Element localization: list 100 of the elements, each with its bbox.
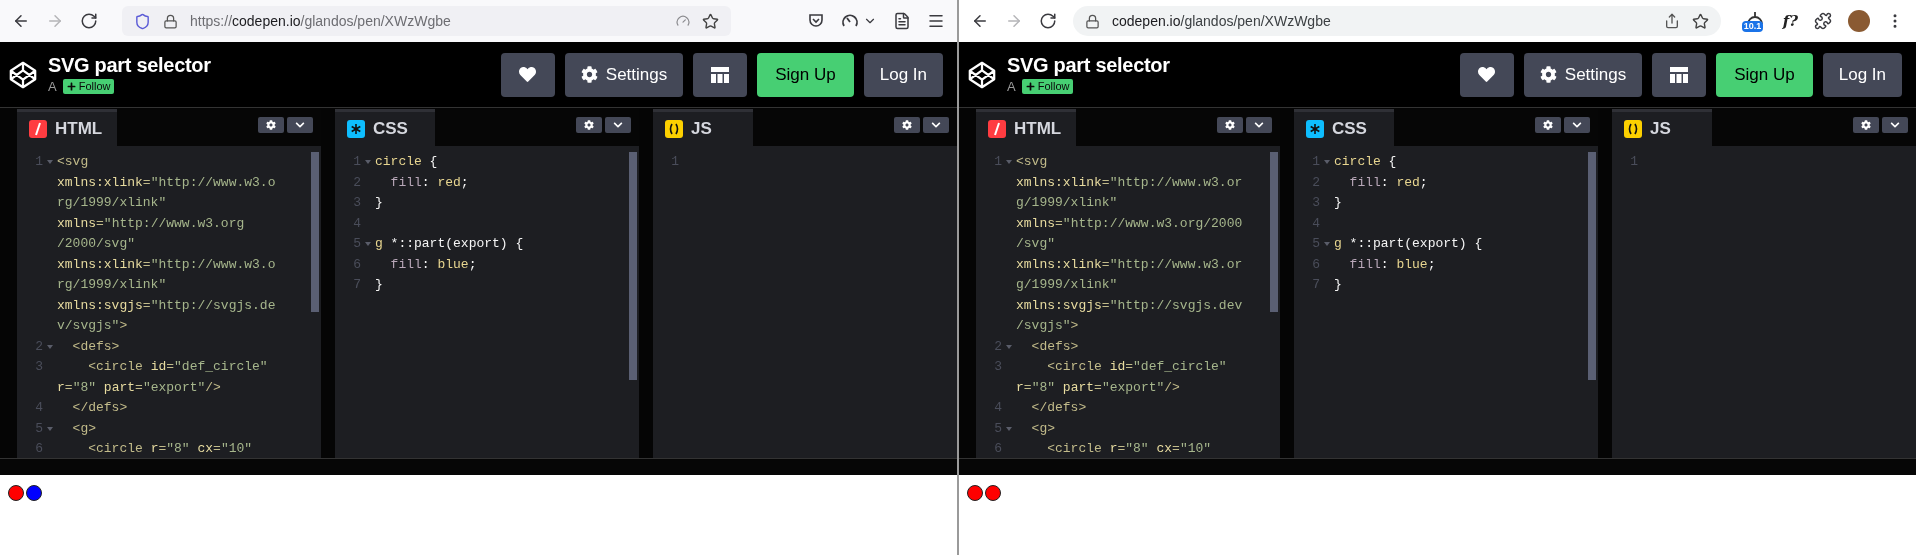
layout-button[interactable]	[693, 52, 748, 97]
code-line: xmlns:svgjs="http://svgjs.de	[57, 296, 276, 315]
fold-toggle-icon[interactable]	[1324, 160, 1330, 165]
chevron-down-icon	[931, 120, 941, 130]
line-number: 5	[353, 235, 361, 253]
js-icon	[1624, 120, 1642, 138]
scrollbar-thumb[interactable]	[629, 152, 637, 380]
fold-toggle-icon[interactable]	[365, 160, 371, 165]
pocket-icon[interactable]	[807, 12, 825, 30]
code-line: fill: red;	[1348, 173, 1428, 192]
follow-button[interactable]: Follow	[62, 79, 115, 94]
sign-up-button[interactable]: Sign Up	[757, 52, 854, 97]
puzzle-icon[interactable]	[1814, 12, 1832, 30]
lock-icon[interactable]	[163, 13, 178, 29]
back-icon[interactable]	[12, 12, 30, 30]
code-line: v/svgjs">	[57, 317, 128, 335]
menu-icon[interactable]	[927, 12, 945, 30]
chevron-down-icon	[1572, 120, 1582, 130]
back-icon[interactable]	[971, 12, 989, 30]
reload-icon[interactable]	[80, 12, 98, 30]
code-line: /2000/svg"	[57, 235, 135, 253]
author-name[interactable]: A	[48, 76, 57, 97]
line-number: 3	[1312, 194, 1320, 212]
editor-collapse-button[interactable]	[1882, 117, 1908, 133]
heart-button[interactable]	[1459, 52, 1514, 97]
chevron-down-icon	[613, 120, 623, 130]
editor-settings-button[interactable]	[1535, 117, 1561, 133]
settings-button[interactable]: Settings	[564, 52, 684, 97]
log-in-button[interactable]: Log In	[1822, 52, 1902, 97]
editor-settings-button[interactable]	[576, 117, 602, 133]
editor-tab[interactable]: CSS	[1294, 109, 1394, 146]
settings-icon	[584, 120, 594, 130]
log-in-button[interactable]: Log In	[863, 52, 943, 97]
code-line: circle {	[375, 153, 438, 171]
line-number: 4	[353, 214, 361, 233]
editor-tab[interactable]: JS	[653, 109, 753, 146]
shield-icon[interactable]	[134, 12, 151, 30]
fold-toggle-icon[interactable]	[1006, 160, 1012, 165]
editor-collapse-button[interactable]	[1246, 117, 1272, 133]
line-number: 6	[353, 255, 361, 274]
extension-badge: 10.1	[1741, 21, 1764, 32]
heart-button[interactable]	[500, 52, 555, 97]
editor-collapse-button[interactable]	[287, 117, 313, 133]
scrollbar-thumb[interactable]	[1270, 152, 1278, 312]
editor-tab[interactable]: HTML	[976, 109, 1076, 146]
lock-icon[interactable]	[1085, 13, 1100, 29]
code-line: fill: blue;	[1348, 255, 1436, 274]
fold-toggle-icon[interactable]	[47, 426, 53, 431]
css-icon	[347, 120, 365, 138]
code-line: rg/1999/xlink"	[57, 276, 167, 294]
fold-toggle-icon[interactable]	[1324, 242, 1330, 247]
editor-settings-button[interactable]	[1217, 117, 1243, 133]
editor-collapse-button[interactable]	[923, 117, 949, 133]
star-icon[interactable]	[1691, 12, 1709, 30]
follow-button[interactable]: Follow	[1021, 79, 1074, 94]
layout-button[interactable]	[1652, 52, 1707, 97]
heart-icon	[519, 66, 537, 83]
avatar-icon[interactable]	[1848, 10, 1870, 32]
reload-icon[interactable]	[1039, 12, 1057, 30]
code-line: /svgjs">	[1016, 317, 1079, 335]
line-number: 1	[671, 153, 679, 171]
code-line: circle {	[1334, 153, 1397, 171]
fold-toggle-icon[interactable]	[47, 160, 53, 165]
editor-tab[interactable]: CSS	[335, 109, 435, 146]
address-bar[interactable]: codepen.io/glandos/pen/XWzWgbe	[1073, 6, 1721, 36]
code-line: r="8" part="export"/>	[57, 378, 221, 397]
line-number: 4	[994, 399, 1002, 417]
settings-icon	[266, 120, 276, 130]
editor-collapse-button[interactable]	[605, 117, 631, 133]
scrollbar-thumb[interactable]	[311, 152, 319, 312]
line-number: 2	[994, 337, 1002, 356]
editor-settings-button[interactable]	[258, 117, 284, 133]
line-number: 3	[994, 358, 1002, 376]
fold-toggle-icon[interactable]	[1006, 426, 1012, 431]
settings-icon	[902, 120, 912, 130]
settings-icon	[1539, 66, 1557, 83]
address-bar[interactable]: https://codepen.io/glandos/pen/XWzWgbe	[122, 6, 731, 36]
scrollbar-thumb[interactable]	[1588, 152, 1596, 380]
fold-toggle-icon[interactable]	[365, 242, 371, 247]
editor-tab[interactable]: HTML	[17, 109, 117, 146]
editor-tab[interactable]: JS	[1612, 109, 1712, 146]
code-line: }	[375, 276, 383, 294]
settings-icon	[1543, 120, 1553, 130]
gauge-icon[interactable]	[676, 14, 690, 28]
code-line: </defs>	[1030, 399, 1087, 417]
share-icon[interactable]	[1663, 13, 1680, 29]
code-line: xmlns="http://www.w3.org/2000	[1016, 214, 1243, 233]
editor-settings-button[interactable]	[1853, 117, 1879, 133]
fold-toggle-icon[interactable]	[47, 344, 53, 349]
extension-text-icon[interactable]: f?	[1782, 9, 1798, 33]
document-icon[interactable]	[893, 12, 911, 30]
sign-up-button[interactable]: Sign Up	[1716, 52, 1813, 97]
star-icon[interactable]	[702, 12, 719, 30]
code-line: xmlns="http://www.w3.org	[57, 214, 245, 233]
line-number: 1	[1312, 153, 1320, 171]
settings-button[interactable]: Settings	[1523, 52, 1643, 97]
fold-toggle-icon[interactable]	[1006, 344, 1012, 349]
editor-collapse-button[interactable]	[1564, 117, 1590, 133]
author-name[interactable]: A	[1007, 76, 1016, 97]
editor-settings-button[interactable]	[894, 117, 920, 133]
